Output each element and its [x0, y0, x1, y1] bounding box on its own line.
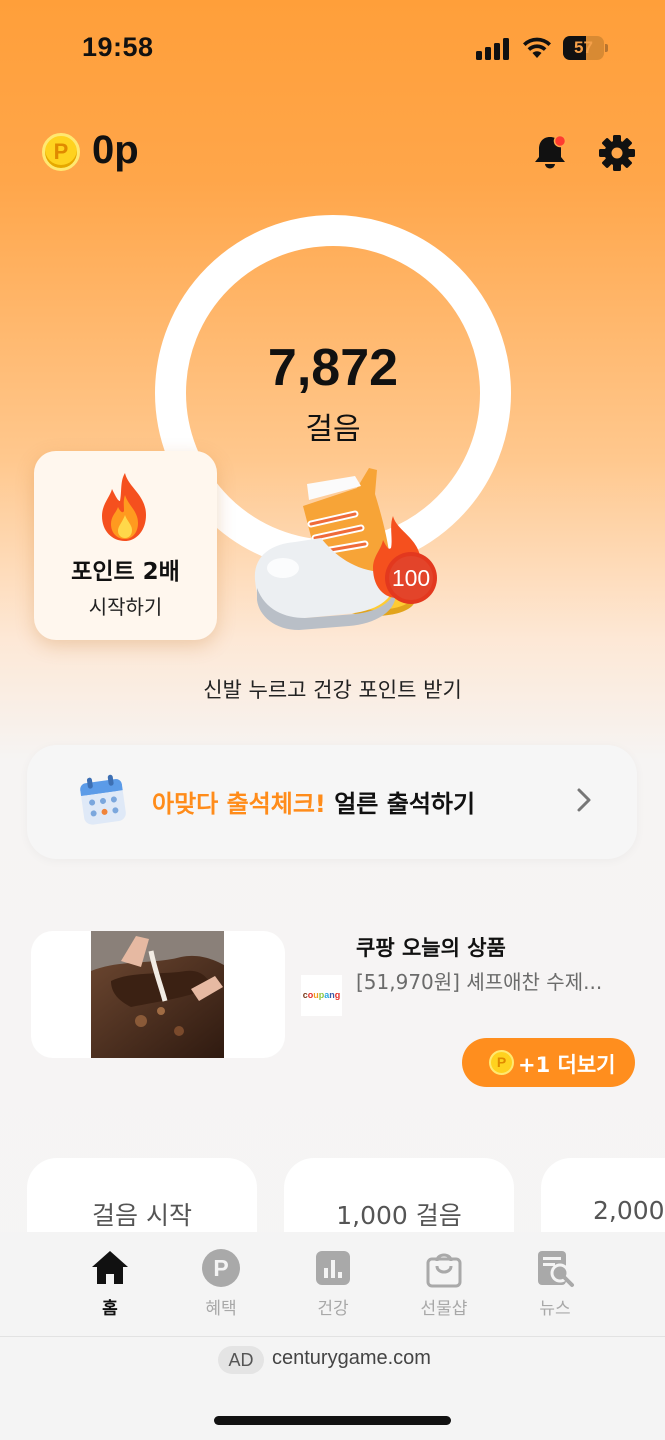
cellular-signal-icon [476, 38, 510, 60]
milestone-label: 1,000 걸음 [336, 1201, 462, 1230]
nav-label: 선물샵 [420, 1299, 468, 1319]
product-title: 쿠팡 오늘의 상품 [356, 936, 506, 960]
milestone-label: 걸음 시작 [92, 1201, 192, 1230]
nav-label: 혜택 [205, 1299, 237, 1319]
step-count: 7,872 [267, 339, 399, 397]
shoe-badge-count: 100 [392, 565, 430, 591]
step-unit: 걸음 [305, 412, 361, 447]
nav-benefits[interactable]: P 혜택 [176, 1248, 266, 1320]
product-image[interactable] [91, 931, 224, 1058]
shopping-bag-icon [424, 1248, 464, 1288]
product-description[interactable]: [51,970원] 셰프애찬 수제... [356, 966, 626, 995]
home-indicator[interactable] [214, 1416, 451, 1425]
ad-badge: AD [218, 1346, 264, 1374]
svg-text:P: P [213, 1255, 228, 1281]
wifi-icon [522, 36, 552, 60]
point-coin-icon: P [489, 1050, 514, 1075]
attendance-message: 아맞다 출석체크! 얼른 출석하기 [152, 784, 475, 819]
more-button-label: +1 더보기 [518, 1053, 616, 1077]
chevron-right-icon[interactable] [573, 785, 595, 815]
calendar-icon [78, 773, 128, 827]
news-icon [535, 1248, 575, 1288]
nav-home[interactable]: 홈 [65, 1248, 155, 1320]
point-coin-icon: P [42, 133, 80, 171]
double-points-subtitle: 시작하기 [88, 595, 163, 619]
fire-icon [90, 471, 160, 543]
coupang-logo: coupang [301, 975, 342, 1016]
nav-label: 건강 [317, 1299, 349, 1319]
chart-icon [313, 1248, 353, 1288]
battery-icon: 57 [563, 36, 609, 60]
settings-gear-icon[interactable] [597, 133, 637, 173]
battery-level: 57 [574, 38, 593, 57]
status-time: 19:58 [82, 32, 154, 62]
double-points-title: 포인트 2배 [71, 559, 180, 585]
notification-bell-icon[interactable] [530, 132, 570, 172]
nav-label: 뉴스 [539, 1299, 571, 1319]
milestone-label: 2,000 [593, 1196, 665, 1225]
nav-label: 홈 [102, 1299, 118, 1319]
nav-news[interactable]: 뉴스 [510, 1248, 600, 1320]
nav-health[interactable]: 건강 [288, 1248, 378, 1320]
attendance-accent: 아맞다 출석체크! [152, 790, 326, 818]
attendance-action: 얼른 출석하기 [325, 790, 476, 818]
benefit-icon: P [201, 1248, 241, 1288]
points-balance[interactable]: 0p [92, 128, 139, 173]
shoe-reward-button[interactable]: 100 [245, 460, 460, 635]
nav-gift-shop[interactable]: 선물샵 [399, 1248, 489, 1320]
shoe-caption: 신발 누르고 건강 포인트 받기 [203, 678, 462, 702]
ad-domain[interactable]: centurygame.com [272, 1347, 431, 1370]
home-icon [90, 1248, 130, 1288]
